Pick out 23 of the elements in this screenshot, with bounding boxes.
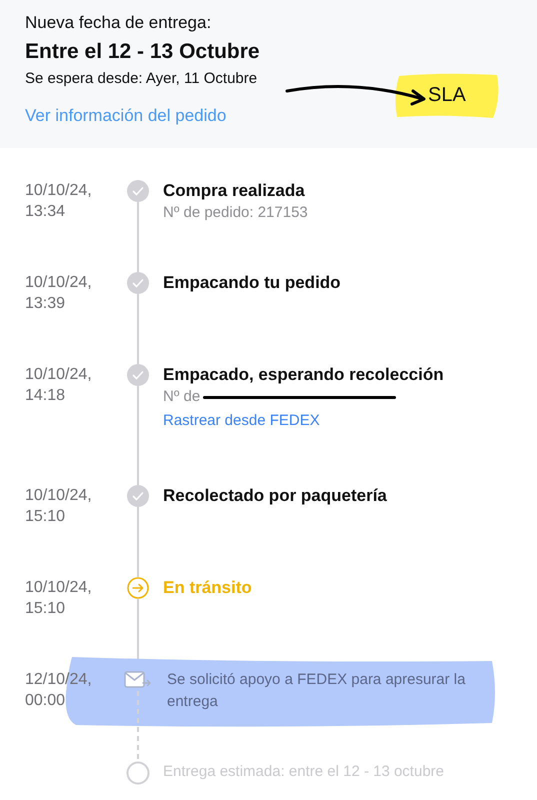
event-title: En tránsito	[163, 577, 253, 599]
annotation-text: SLA	[428, 83, 466, 107]
event-date: 12/10/24, 00:00	[25, 670, 93, 711]
delivery-date-range: Entre el 12 - 13 Octubre	[25, 39, 260, 65]
event-title: Se solicitó apoyo a FEDEX para apresurar la entrega	[167, 670, 466, 712]
event-date: 10/10/24, 14:18	[25, 365, 93, 406]
expected-date-text: Se espera desde: Ayer, 11 Octubre	[25, 69, 258, 89]
empty-circle-icon	[126, 761, 150, 785]
event-date: 10/10/24, 13:34	[25, 181, 93, 222]
event-title: Empacado, esperando recolección	[163, 364, 445, 386]
order-info-link[interactable]: Ver información del pedido	[25, 104, 226, 128]
event-date: 10/10/24, 13:39	[25, 273, 93, 314]
arrow-circle-icon	[127, 577, 149, 599]
event-detail: Nº de pedido: 217153	[163, 203, 308, 223]
envelope-icon	[124, 669, 152, 691]
event-date: 10/10/24, 15:10	[25, 578, 93, 619]
event-title: Recolectado por paquetería	[163, 485, 388, 507]
tracking-link[interactable]: Rastrear desde FEDEX	[163, 410, 537, 432]
event-title: Empacando tu pedido	[163, 272, 342, 294]
event-date: 10/10/24, 15:10	[25, 486, 93, 527]
delivery-label: Nueva fecha de entrega:	[25, 12, 212, 34]
event-detail: Nº de	[163, 387, 200, 407]
event-title: Compra realizada	[163, 180, 306, 202]
